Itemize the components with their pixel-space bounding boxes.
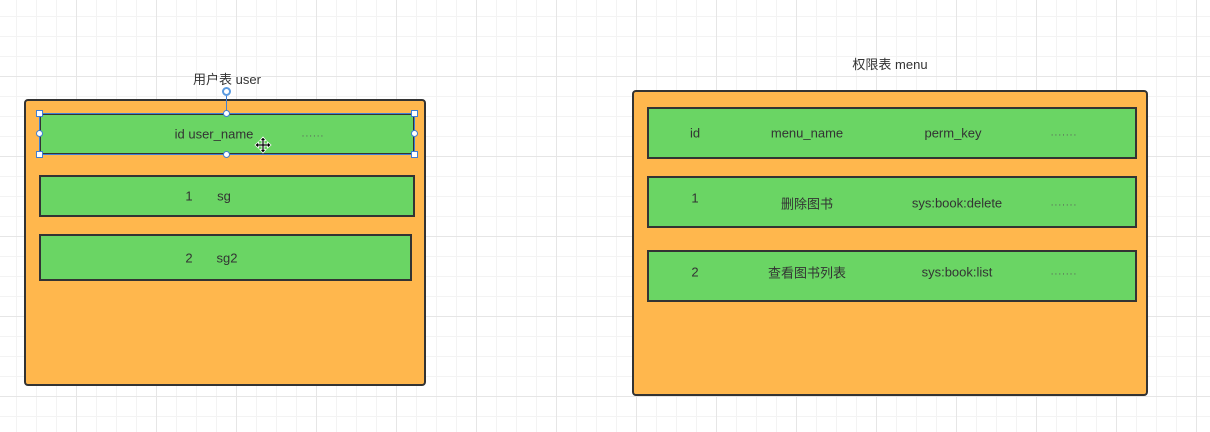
menu-table-title: 权限表 menu <box>852 57 928 72</box>
user-row-1-id: 1 <box>185 188 193 204</box>
menu-header-menu-name: menu_name <box>770 125 844 141</box>
user-row-2-name: sg2 <box>216 250 238 265</box>
menu-header-id: id <box>689 125 701 141</box>
resize-handle-top-right[interactable] <box>411 110 418 117</box>
menu-header-more: ....... <box>1050 127 1078 139</box>
menu-row-1-perm-key: sys:book:delete <box>911 195 1003 211</box>
user-row-1-name: sg <box>217 188 231 204</box>
resize-handle-bottom-right[interactable] <box>411 151 418 158</box>
resize-handle-middle-left[interactable] <box>36 130 43 137</box>
menu-row-1-menu-name: 删除图书 <box>780 196 834 212</box>
menu-table-row-2[interactable]: 2 查看图书列表 sys:book:list ....... <box>647 250 1137 302</box>
user-table-title: 用户表 user <box>193 72 261 87</box>
user-table-row-2[interactable]: 2 sg2 <box>39 234 412 281</box>
resize-handle-bottom-left[interactable] <box>36 151 43 158</box>
menu-row-2-menu-name: 查看图书列表 <box>767 265 847 281</box>
menu-row-2-perm-key: sys:book:list <box>921 264 993 280</box>
resize-handle-top-center[interactable] <box>223 110 230 117</box>
user-table-row-1[interactable]: 1 sg <box>39 175 415 217</box>
menu-table-header-row[interactable]: id menu_name perm_key ....... <box>647 107 1137 159</box>
move-cursor-icon <box>254 136 272 154</box>
menu-table-row-1[interactable]: 1 删除图书 sys:book:delete ....... <box>647 176 1137 228</box>
user-header-more: ...... <box>301 128 325 140</box>
rotate-handle[interactable] <box>222 87 231 96</box>
menu-row-2-id: 2 <box>691 264 699 280</box>
menu-header-perm-key: perm_key <box>924 125 982 141</box>
user-table-header-row[interactable]: id user_name ...... <box>39 113 415 155</box>
user-row-2-id: 2 <box>185 250 193 265</box>
resize-handle-top-left[interactable] <box>36 110 43 117</box>
menu-row-1-id: 1 <box>691 190 699 206</box>
menu-row-1-more: ....... <box>1050 197 1078 209</box>
menu-row-2-more: ....... <box>1050 266 1078 278</box>
resize-handle-middle-right[interactable] <box>411 130 418 137</box>
resize-handle-bottom-center[interactable] <box>223 151 230 158</box>
user-header-columns: id user_name <box>174 126 254 142</box>
